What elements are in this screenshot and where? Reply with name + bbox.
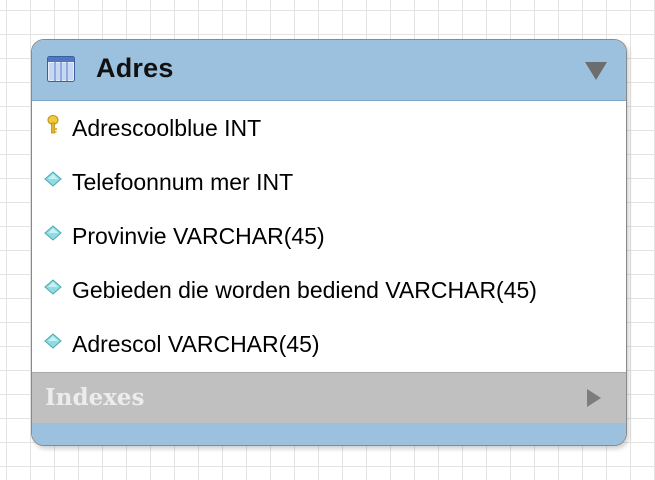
column-label: Provinvie VARCHAR(45) (72, 223, 325, 249)
indexes-label: Indexes (45, 384, 145, 411)
column-row[interactable]: Gebieden die worden bediend VARCHAR(45) (32, 263, 626, 317)
column-diamond-icon (44, 279, 62, 295)
column-row[interactable]: Telefoonnum mer INT (32, 155, 626, 209)
primary-key-icon (47, 115, 59, 134)
table-footer (32, 423, 626, 445)
column-diamond-icon (44, 333, 62, 349)
column-diamond-icon (44, 171, 62, 187)
triangle-right-icon[interactable] (587, 389, 601, 407)
table-title: Adres (96, 53, 174, 83)
column-row[interactable]: Adrescoolblue INT (32, 101, 626, 155)
column-label: Adrescoolblue INT (72, 115, 262, 141)
column-label: Telefoonnum mer INT (72, 169, 294, 195)
indexes-section[interactable]: Indexes (32, 372, 626, 423)
diagram-canvas: Adres Adrescoolblue INT Telefoonnum mer … (0, 0, 655, 480)
column-list: Adrescoolblue INT Telefoonnum mer INT Pr… (32, 101, 626, 372)
table-header[interactable]: Adres (32, 40, 626, 101)
column-diamond-icon (44, 225, 62, 241)
column-row[interactable]: Provinvie VARCHAR(45) (32, 209, 626, 263)
triangle-down-icon[interactable] (585, 62, 607, 80)
column-row[interactable]: Adrescol VARCHAR(45) (32, 317, 626, 371)
column-label: Adrescol VARCHAR(45) (72, 331, 320, 357)
table-entity-adres[interactable]: Adres Adrescoolblue INT Telefoonnum mer … (31, 39, 627, 446)
column-label: Gebieden die worden bediend VARCHAR(45) (72, 277, 537, 303)
table-icon (47, 56, 75, 82)
